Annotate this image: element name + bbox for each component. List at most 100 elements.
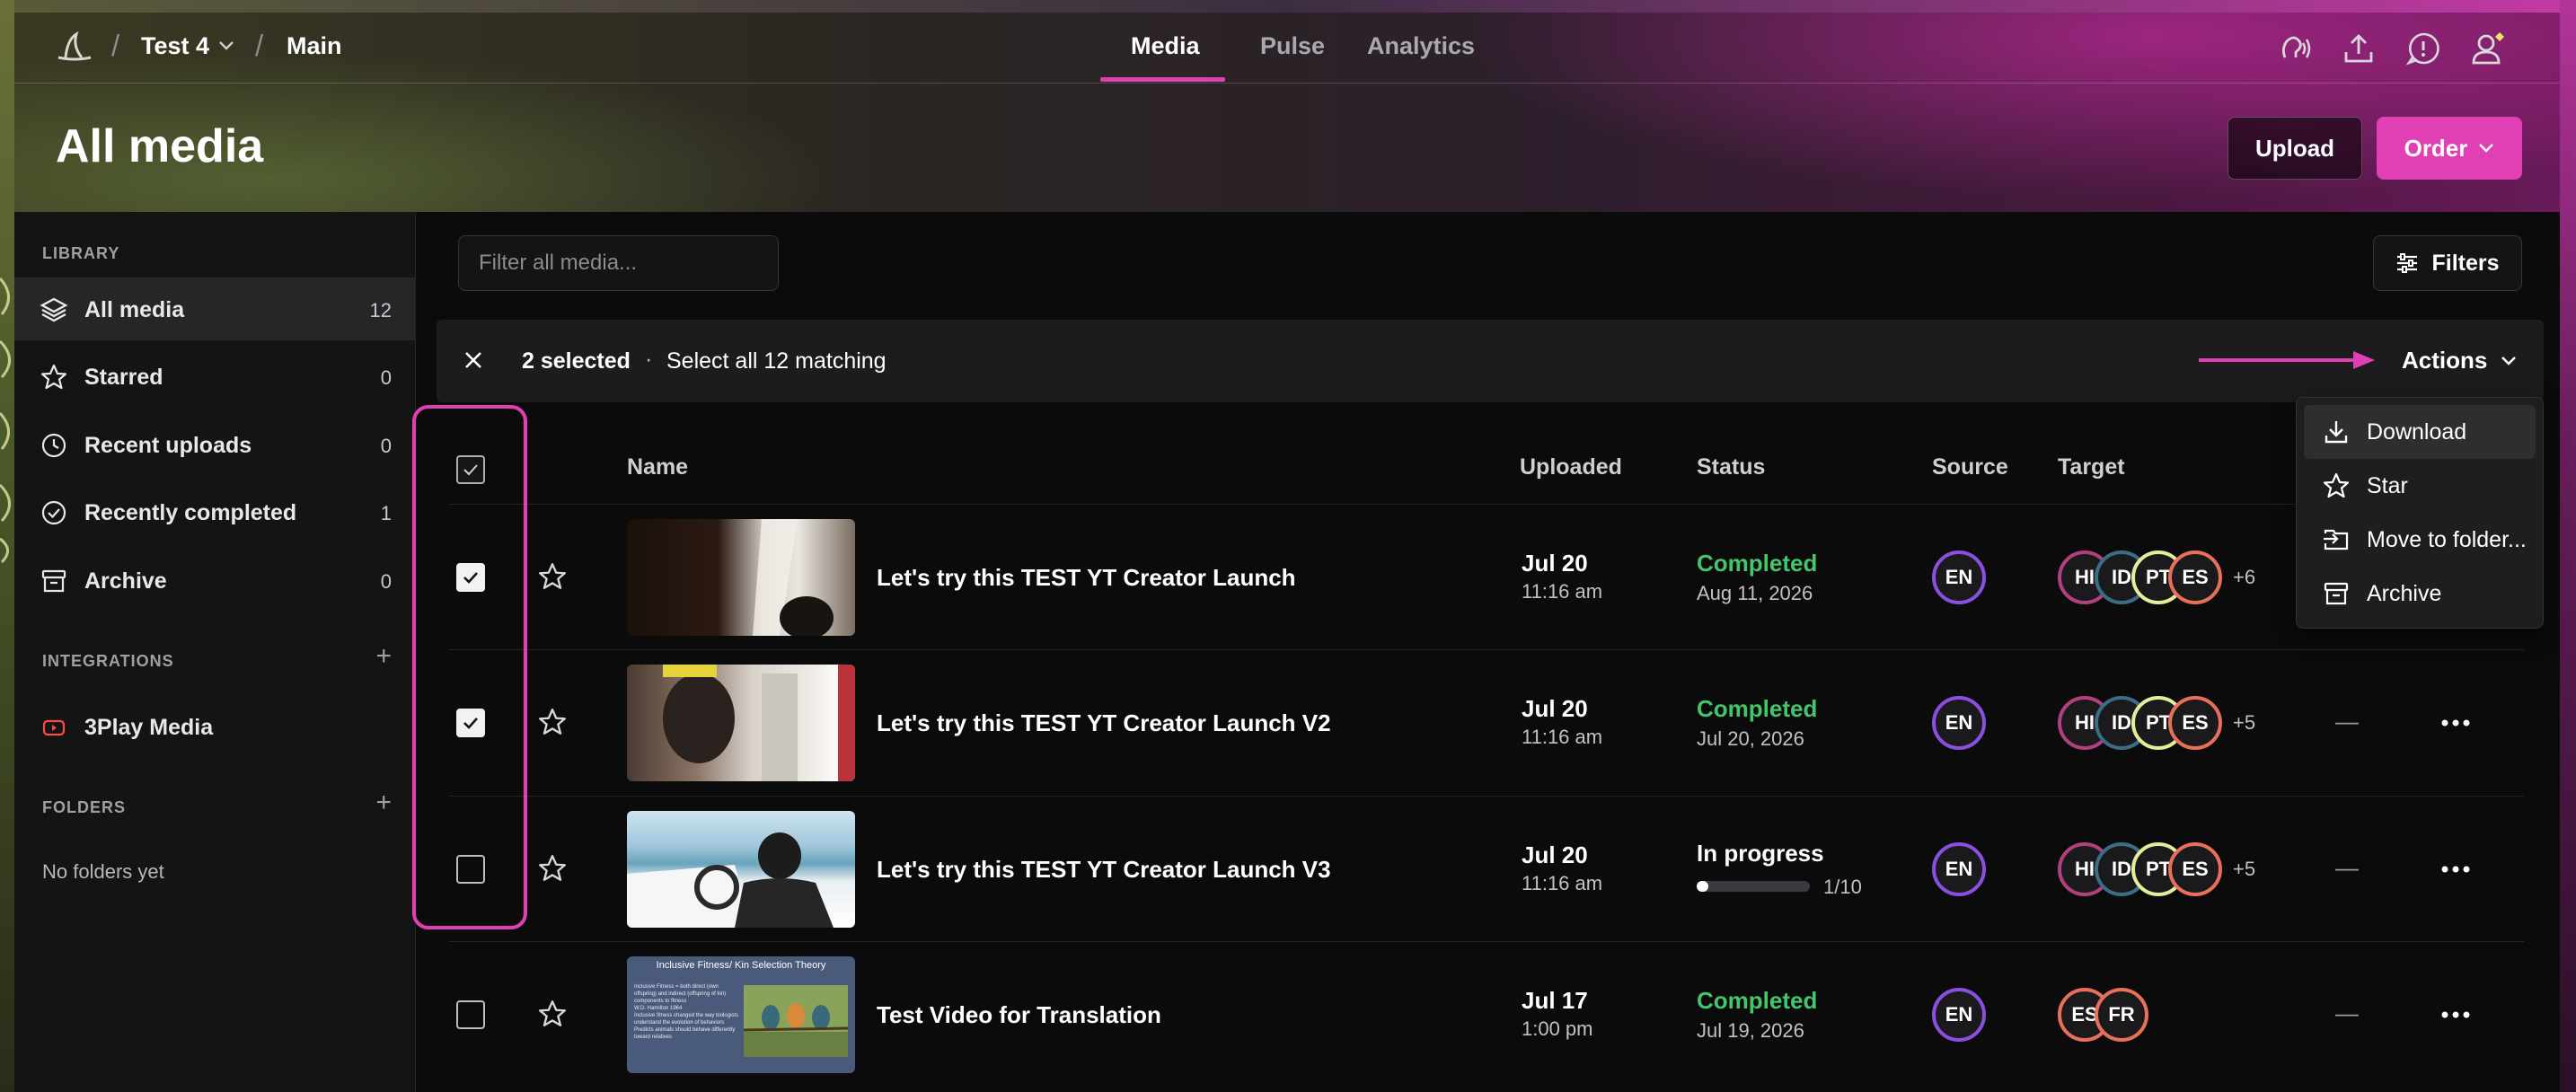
column-header-name[interactable]: Name — [627, 454, 688, 480]
status-label: Completed — [1697, 695, 1818, 722]
sidebar-item-recently-completed[interactable]: Recently completed 1 — [14, 480, 415, 543]
menu-item-move-to-folder[interactable]: Move to folder... — [2304, 513, 2536, 567]
media-name[interactable]: Test Video for Translation — [877, 1001, 1161, 1029]
chevron-down-icon[interactable] — [217, 40, 235, 52]
column-header-source[interactable]: Source — [1932, 454, 2008, 480]
slide-title: Inclusive Fitness/ Kin Selection Theory — [656, 960, 826, 971]
app-logo-icon[interactable] — [55, 31, 94, 65]
sidebar-item-archive[interactable]: Archive 0 — [14, 549, 415, 612]
sidebar-item-3play-media[interactable]: 3Play Media — [14, 695, 415, 758]
tab-media[interactable]: Media — [1131, 32, 1200, 60]
media-name[interactable]: Let's try this TEST YT Creator Launch V2 — [877, 709, 1331, 737]
star-icon[interactable] — [537, 561, 568, 592]
target-language-badge: ES — [2168, 550, 2222, 604]
archive-icon — [41, 569, 66, 593]
user-avatar-icon[interactable] — [2470, 31, 2506, 66]
upload-date: Jul 20 — [1522, 695, 1588, 722]
media-name[interactable]: Let's try this TEST YT Creator Launch — [877, 564, 1296, 592]
more-targets-count[interactable]: +5 — [2233, 858, 2255, 881]
integrations-heading: INTEGRATIONS — [42, 652, 174, 670]
slide-bullet: Predicts animals should behave different… — [634, 1027, 736, 1040]
select-all-matching-link[interactable]: Select all 12 matching — [666, 348, 887, 374]
upload-date: Jul 17 — [1522, 987, 1588, 1014]
upload-icon[interactable] — [2341, 31, 2377, 66]
more-targets-count[interactable]: +5 — [2233, 711, 2255, 735]
column-header-uploaded[interactable]: Uploaded — [1520, 454, 1622, 480]
active-tab-indicator — [1100, 77, 1225, 82]
menu-item-archive[interactable]: Archive — [2304, 567, 2536, 621]
media-name[interactable]: Let's try this TEST YT Creator Launch V3 — [877, 856, 1331, 884]
sidebar-item-starred[interactable]: Starred 0 — [14, 345, 415, 408]
progress-count: 1/10 — [1823, 876, 1862, 898]
row-checkbox[interactable] — [456, 1000, 485, 1029]
library-heading: LIBRARY — [42, 244, 120, 262]
source-language-badge: EN — [1932, 550, 1986, 604]
close-icon[interactable] — [460, 347, 487, 374]
video-thumbnail[interactable] — [627, 665, 855, 781]
more-options-icon[interactable] — [2436, 860, 2475, 878]
sidebar-item-recent-uploads[interactable]: Recent uploads 0 — [14, 413, 415, 476]
top-bar: / Test 4 / Main Media Pulse Analytics — [14, 13, 2560, 84]
table-row[interactable]: Inclusive Fitness/ Kin Selection Theory … — [437, 942, 2544, 1088]
more-targets-count[interactable]: +6 — [2233, 566, 2255, 589]
filter-input[interactable] — [458, 235, 779, 291]
upload-time: 11:16 am — [1522, 726, 1603, 748]
table-row[interactable]: Let's try this TEST YT Creator Launch V2… — [437, 650, 2544, 796]
actions-dropdown-menu: Download Star Move to folder... Archive — [2296, 397, 2544, 629]
order-button[interactable]: Order — [2377, 117, 2522, 180]
menu-item-star[interactable]: Star — [2304, 459, 2536, 513]
star-icon[interactable] — [537, 707, 568, 737]
chevron-down-icon — [2479, 144, 2494, 153]
add-integration-button[interactable]: + — [375, 641, 392, 672]
selected-count: 2 selected — [522, 348, 631, 374]
source-language-badge: EN — [1932, 696, 1986, 750]
slide-bullet: Inclusive fitness changed the way biolog… — [634, 1013, 739, 1026]
filters-button[interactable]: Filters — [2373, 235, 2522, 291]
folders-empty-text: No folders yet — [42, 860, 164, 883]
sidebar-item-label: Recent uploads — [84, 433, 252, 458]
star-icon[interactable] — [537, 999, 568, 1029]
sidebar-item-label: Recently completed — [84, 500, 297, 525]
target-language-badge: FR — [2095, 988, 2148, 1042]
progress-bar — [1697, 881, 1810, 892]
video-thumbnail[interactable] — [627, 519, 855, 636]
sidebar-item-all-media[interactable]: All media 12 — [14, 277, 415, 340]
sidebar-item-label: 3Play Media — [84, 715, 214, 740]
breadcrumb-separator: / — [111, 29, 120, 62]
slide-thumbnail[interactable]: Inclusive Fitness/ Kin Selection Theory … — [627, 956, 855, 1073]
actions-label: Actions — [2402, 347, 2488, 374]
sidebar-item-label: Archive — [84, 568, 167, 594]
move-folder-icon — [2324, 529, 2349, 550]
tab-analytics[interactable]: Analytics — [1367, 32, 1475, 60]
empty-cell-dash: — — [2335, 1000, 2359, 1026]
upload-button[interactable]: Upload — [2228, 117, 2362, 180]
progress-bar-fill — [1697, 881, 1708, 892]
breadcrumb-workspace[interactable]: Main — [287, 32, 342, 60]
menu-item-label: Move to folder... — [2367, 527, 2527, 552]
column-header-status[interactable]: Status — [1697, 454, 1765, 480]
more-options-icon[interactable] — [2436, 1006, 2475, 1024]
add-folder-button[interactable]: + — [375, 788, 392, 818]
check-circle-icon — [41, 500, 66, 525]
sidebar-item-count: 12 — [369, 299, 392, 321]
breadcrumb-project[interactable]: Test 4 — [141, 32, 209, 60]
status-label: In progress — [1697, 840, 1824, 867]
more-options-icon[interactable] — [2436, 714, 2475, 732]
upload-time: 11:16 am — [1522, 580, 1603, 603]
star-icon — [40, 364, 67, 390]
table-row[interactable]: Let's try this TEST YT Creator Launch V3… — [437, 797, 2544, 942]
tab-pulse[interactable]: Pulse — [1260, 32, 1325, 60]
actions-button[interactable]: Actions — [2402, 347, 2518, 374]
status-label: Completed — [1697, 987, 1818, 1014]
target-language-badge: ES — [2168, 696, 2222, 750]
column-header-target[interactable]: Target — [2058, 454, 2125, 480]
layers-icon — [40, 297, 68, 322]
clock-icon — [41, 433, 66, 458]
video-thumbnail[interactable] — [627, 811, 855, 928]
sidebar-item-count: 1 — [380, 502, 392, 524]
star-icon[interactable] — [537, 853, 568, 884]
table-row[interactable]: Let's try this TEST YT Creator Launch Ju… — [437, 505, 2544, 650]
voice-icon[interactable] — [2276, 31, 2312, 66]
menu-item-download[interactable]: Download — [2304, 405, 2536, 459]
feedback-icon[interactable] — [2405, 31, 2441, 66]
